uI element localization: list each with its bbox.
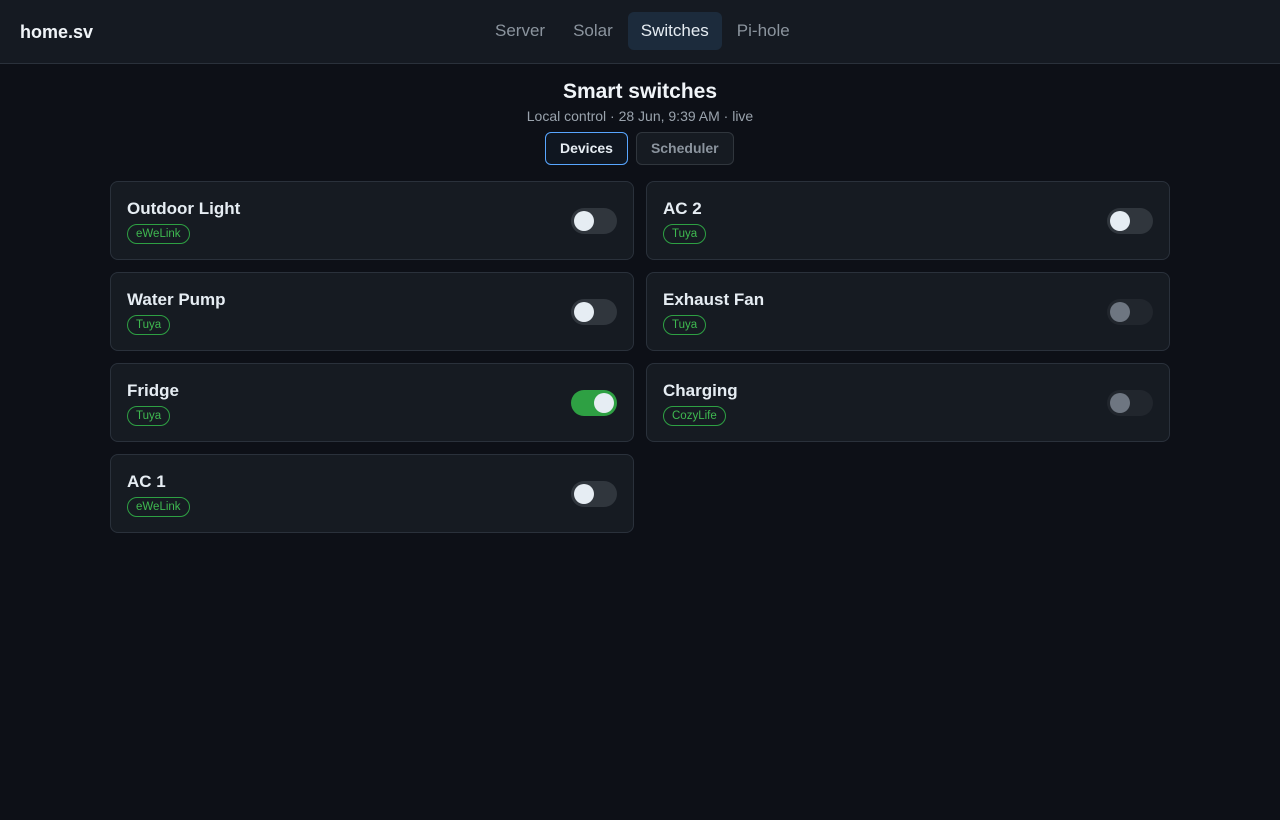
nav-tab-server[interactable]: Server [482, 12, 558, 50]
view-tabs: Devices Scheduler [545, 132, 734, 165]
device-card-water-pump: Water Pump Tuya [110, 272, 634, 351]
device-card-ac-2: AC 2 Tuya [646, 181, 1170, 260]
nav-tab-solar[interactable]: Solar [560, 12, 626, 50]
power-toggle[interactable] [1107, 208, 1153, 234]
device-name: Outdoor Light [127, 199, 241, 218]
platform-badge: eWeLink [127, 224, 190, 244]
platform-badge: Tuya [127, 406, 171, 426]
main-nav: Server Solar Switches Pi-hole [482, 12, 803, 50]
platform-badge: Tuya [663, 315, 707, 335]
device-card-outdoor-light: Outdoor Light eWeLink [110, 181, 634, 260]
power-toggle[interactable] [1107, 390, 1153, 416]
page-title: Smart switches [562, 80, 718, 103]
toggle-knob [574, 211, 594, 231]
platform-badge: Tuya [663, 224, 707, 244]
brand-logo[interactable]: home.sv [20, 20, 93, 44]
nav-tab-pihole[interactable]: Pi-hole [724, 12, 803, 50]
top-bar: home.sv Server Solar Switches Pi-hole [0, 0, 1280, 64]
device-card-charging: Charging CozyLife [646, 363, 1170, 442]
device-card-fridge: Fridge Tuya [110, 363, 634, 442]
device-name: Fridge [127, 381, 179, 400]
toggle-knob [1110, 393, 1130, 413]
toggle-knob [574, 302, 594, 322]
platform-badge: Tuya [127, 315, 171, 335]
device-name: Water Pump [127, 290, 226, 309]
page-subtitle: Local control · 28 Jun, 9:39 AM · live [526, 108, 754, 124]
power-toggle[interactable] [571, 299, 617, 325]
toggle-knob [1110, 302, 1130, 322]
device-name: AC 2 [663, 199, 702, 218]
nav-tab-switches[interactable]: Switches [627, 12, 722, 50]
tab-scheduler[interactable]: Scheduler [635, 132, 734, 165]
toggle-knob [574, 484, 594, 504]
device-card-exhaust-fan: Exhaust Fan Tuya [646, 272, 1170, 351]
toggle-knob [594, 393, 614, 413]
power-toggle[interactable] [571, 481, 617, 507]
power-toggle[interactable] [571, 208, 617, 234]
device-name: AC 1 [127, 472, 166, 491]
toggle-knob [1110, 211, 1130, 231]
device-name: Charging [663, 381, 738, 400]
power-toggle[interactable] [1107, 299, 1153, 325]
device-name: Exhaust Fan [663, 290, 765, 309]
power-toggle[interactable] [571, 390, 617, 416]
device-card-ac-1: AC 1 eWeLink [110, 454, 634, 533]
device-grid: Outdoor Light eWeLink AC 2 Tuya Water Pu… [110, 181, 1170, 533]
platform-badge: eWeLink [127, 497, 190, 517]
platform-badge: CozyLife [663, 406, 726, 426]
tab-devices[interactable]: Devices [545, 132, 628, 165]
